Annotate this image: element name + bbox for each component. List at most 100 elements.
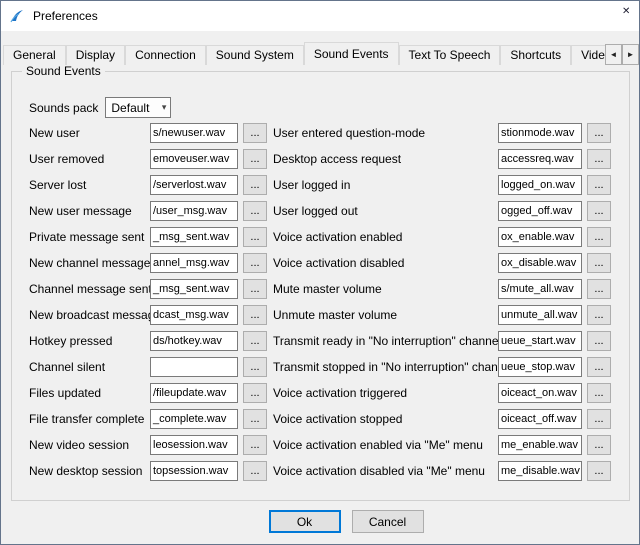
browse-button[interactable]: ...: [243, 279, 267, 299]
sound-event-row: Voice activation enabled via "Me" menu m…: [273, 432, 611, 458]
browse-button[interactable]: ...: [243, 435, 267, 455]
browse-button[interactable]: ...: [243, 331, 267, 351]
browse-button[interactable]: ...: [587, 279, 611, 299]
sound-event-row: Transmit stopped in "No interruption" ch…: [273, 354, 611, 380]
sound-event-label: Channel message sent: [29, 282, 150, 296]
sound-file-input[interactable]: /serverlost.wav: [150, 175, 238, 195]
dialog-footer: Ok Cancel: [1, 510, 639, 533]
sound-file-input[interactable]: /user_msg.wav: [150, 201, 238, 221]
ok-button[interactable]: Ok: [269, 510, 341, 533]
sound-file-input[interactable]: oiceact_on.wav: [498, 383, 582, 403]
app-icon: [9, 8, 25, 24]
browse-button[interactable]: ...: [587, 409, 611, 429]
browse-button[interactable]: ...: [243, 123, 267, 143]
sound-file-input[interactable]: ueue_stop.wav: [498, 357, 582, 377]
sound-file-input[interactable]: leosession.wav: [150, 435, 238, 455]
browse-button[interactable]: ...: [587, 461, 611, 481]
browse-button[interactable]: ...: [243, 461, 267, 481]
browse-button[interactable]: ...: [587, 253, 611, 273]
tab-sound-events[interactable]: Sound Events: [304, 42, 399, 65]
sound-event-row: Voice activation triggered oiceact_on.wa…: [273, 380, 611, 406]
tab-shortcuts[interactable]: Shortcuts: [500, 45, 571, 65]
sound-file-input[interactable]: s/mute_all.wav: [498, 279, 582, 299]
sound-event-row: Voice activation stopped oiceact_off.wav…: [273, 406, 611, 432]
sound-event-label: Hotkey pressed: [29, 334, 150, 348]
cancel-button[interactable]: Cancel: [352, 510, 424, 533]
sound-event-row: User removed emoveuser.wav ...: [29, 146, 267, 172]
sound-file-input[interactable]: /fileupdate.wav: [150, 383, 238, 403]
sound-file-input[interactable]: accessreq.wav: [498, 149, 582, 169]
tab-label: Connection: [135, 48, 196, 62]
sounds-pack-row: Sounds pack Default ▾: [29, 97, 171, 118]
sound-event-row: Private message sent _msg_sent.wav ...: [29, 224, 267, 250]
sound-file-input[interactable]: s/newuser.wav: [150, 123, 238, 143]
browse-button[interactable]: ...: [587, 201, 611, 221]
sound-file-input[interactable]: stionmode.wav: [498, 123, 582, 143]
sound-event-label: New video session: [29, 438, 150, 452]
close-icon[interactable]: ✕: [616, 4, 630, 18]
sound-file-input[interactable]: annel_msg.wav: [150, 253, 238, 273]
browse-button[interactable]: ...: [243, 201, 267, 221]
sound-event-row: Voice activation enabled ox_enable.wav .…: [273, 224, 611, 250]
sound-file-input[interactable]: ueue_start.wav: [498, 331, 582, 351]
sound-file-input[interactable]: unmute_all.wav: [498, 305, 582, 325]
sound-file-input[interactable]: _msg_sent.wav: [150, 227, 238, 247]
sound-event-row: New user s/newuser.wav ...: [29, 120, 267, 146]
sound-event-label: New desktop session: [29, 464, 150, 478]
sound-file-input[interactable]: [150, 357, 238, 377]
tab-text-to-speech[interactable]: Text To Speech: [399, 45, 501, 65]
sound-event-label: Transmit stopped in "No interruption" ch…: [273, 360, 498, 374]
browse-button[interactable]: ...: [243, 305, 267, 325]
tab-display[interactable]: Display: [66, 45, 125, 65]
browse-button[interactable]: ...: [587, 149, 611, 169]
sound-file-input[interactable]: dcast_msg.wav: [150, 305, 238, 325]
sounds-pack-label: Sounds pack: [29, 101, 98, 115]
sound-file-input[interactable]: ox_enable.wav: [498, 227, 582, 247]
sounds-pack-select[interactable]: Default ▾: [105, 97, 171, 118]
browse-button[interactable]: ...: [587, 123, 611, 143]
tab-connection[interactable]: Connection: [125, 45, 206, 65]
browse-button[interactable]: ...: [243, 227, 267, 247]
browse-button[interactable]: ...: [587, 227, 611, 247]
sound-file-input[interactable]: _msg_sent.wav: [150, 279, 238, 299]
sound-file-input[interactable]: me_disable.wav: [498, 461, 582, 481]
sound-event-row: Channel message sent _msg_sent.wav ...: [29, 276, 267, 302]
title-bar: Preferences ✕: [1, 1, 639, 31]
sound-file-input[interactable]: _complete.wav: [150, 409, 238, 429]
browse-button[interactable]: ...: [587, 435, 611, 455]
sound-file-input[interactable]: oiceact_off.wav: [498, 409, 582, 429]
browse-button[interactable]: ...: [243, 357, 267, 377]
tab-scroll-left-icon[interactable]: ◄: [605, 44, 622, 65]
sound-event-label: User entered question-mode: [273, 126, 498, 140]
tab-general[interactable]: General: [3, 45, 66, 65]
sound-event-row: New desktop session topsession.wav ...: [29, 458, 267, 484]
browse-button[interactable]: ...: [587, 305, 611, 325]
browse-button[interactable]: ...: [243, 253, 267, 273]
sound-file-input[interactable]: ds/hotkey.wav: [150, 331, 238, 351]
sound-file-input[interactable]: ox_disable.wav: [498, 253, 582, 273]
sound-events-column-right: User entered question-mode stionmode.wav…: [273, 120, 611, 484]
browse-button[interactable]: ...: [587, 175, 611, 195]
browse-button[interactable]: ...: [243, 409, 267, 429]
browse-button[interactable]: ...: [587, 331, 611, 351]
browse-button[interactable]: ...: [243, 149, 267, 169]
browse-button[interactable]: ...: [587, 383, 611, 403]
sound-event-label: Files updated: [29, 386, 150, 400]
sound-file-input[interactable]: ogged_off.wav: [498, 201, 582, 221]
sound-event-row: Hotkey pressed ds/hotkey.wav ...: [29, 328, 267, 354]
browse-button[interactable]: ...: [587, 357, 611, 377]
sound-event-label: New user: [29, 126, 150, 140]
sound-event-label: Voice activation stopped: [273, 412, 498, 426]
sound-file-input[interactable]: topsession.wav: [150, 461, 238, 481]
browse-button[interactable]: ...: [243, 383, 267, 403]
sound-event-row: Voice activation disabled ox_disable.wav…: [273, 250, 611, 276]
tab-scroll-right-icon[interactable]: ►: [622, 44, 639, 65]
browse-button[interactable]: ...: [243, 175, 267, 195]
sound-event-label: New user message: [29, 204, 150, 218]
tab-sound-system[interactable]: Sound System: [206, 45, 304, 65]
sound-event-row: File transfer complete _complete.wav ...: [29, 406, 267, 432]
sound-file-input[interactable]: emoveuser.wav: [150, 149, 238, 169]
sound-file-input[interactable]: me_enable.wav: [498, 435, 582, 455]
sound-file-input[interactable]: logged_on.wav: [498, 175, 582, 195]
tab-label: Shortcuts: [510, 48, 561, 62]
